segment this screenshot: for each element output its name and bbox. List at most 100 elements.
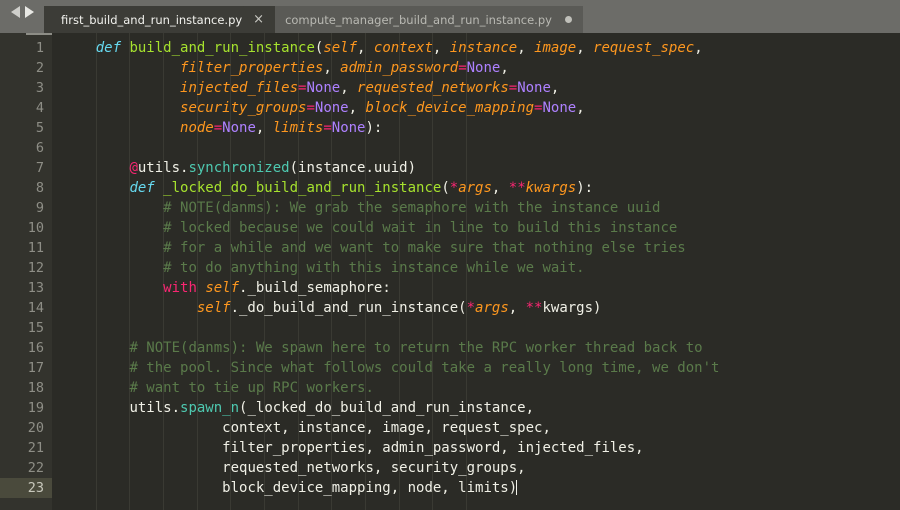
token-param: security_groups — [180, 100, 307, 116]
token-kw: def — [95, 40, 130, 56]
token-kw: def — [129, 180, 164, 196]
token-const: None — [331, 120, 366, 136]
line-number: 17 — [27, 360, 44, 376]
token-comment: # NOTE(danms): We spawn here to return t… — [129, 340, 703, 356]
token-param: self — [323, 40, 358, 56]
token-fn: _locked_do_build_and_run_instance — [163, 180, 442, 196]
code-content[interactable]: def build_and_run_instance (self, context… — [52, 33, 900, 510]
line-number: 22 — [27, 460, 44, 476]
editor-tab-1[interactable]: compute_manager_build_and_run_instance.p… — [268, 6, 583, 33]
token-param: image — [534, 40, 577, 56]
code-editor[interactable]: 1 2 3 4 5 6 7 8 9 10 11 12 13 14 15 16 17 18 19 20 21 22 23 de… — [0, 33, 900, 510]
code-line[interactable]: security_groups=None, block_device_mappi… — [52, 98, 900, 118]
code-line[interactable] — [52, 138, 900, 158]
code-line[interactable]: def _locked_do_build_and_run_instance(*a… — [52, 178, 900, 198]
token-param: request_spec — [593, 40, 695, 56]
code-line[interactable]: # NOTE(danms): We spawn here to return t… — [52, 338, 900, 358]
token-plain: , — [517, 40, 535, 56]
code-line[interactable]: context, instance, image, request_spec, — [52, 418, 900, 438]
line-number: 7 — [35, 160, 44, 176]
token-ctrl: = — [508, 80, 518, 96]
token-ctrl: = — [323, 120, 332, 136]
line-number: 9 — [35, 200, 44, 216]
token-ctrl: with — [163, 280, 206, 296]
token-plain: filter_properties, admin_password, injec… — [222, 440, 644, 456]
token-param: instance — [449, 40, 518, 56]
token-ctrl: ** — [525, 300, 543, 316]
code-line[interactable]: @utils.synchronized(instance.uuid) — [52, 158, 900, 178]
tab-modified-indicator-icon[interactable] — [564, 16, 572, 23]
token-comment: # NOTE(danms): We grab the semaphore wit… — [163, 200, 661, 216]
code-line[interactable]: node=None, limits=None): — [52, 118, 900, 138]
code-line[interactable]: # to do anything with this instance whil… — [52, 258, 900, 278]
token-plain: , — [694, 40, 703, 56]
line-number: 13 — [27, 280, 44, 296]
token-plain: , — [576, 40, 594, 56]
token-plain: kwargs) — [542, 300, 602, 316]
code-line[interactable]: filter_properties, admin_password=None, — [52, 58, 900, 78]
token-plain: ): — [576, 180, 594, 196]
arrow-right-icon[interactable] — [25, 6, 34, 18]
code-line[interactable] — [52, 318, 900, 338]
token-ctrl: * — [466, 300, 476, 316]
token-param: kwargs — [525, 180, 577, 196]
editor-tab-0[interactable]: first_build_and_run_instance.py × — [44, 6, 276, 33]
token-plain: , — [323, 60, 341, 76]
code-line[interactable]: injected_files=None, requested_networks=… — [52, 78, 900, 98]
code-line[interactable]: block_device_mapping, node, limits) — [52, 478, 900, 498]
code-line[interactable]: # want to tie up RPC workers. — [52, 378, 900, 398]
token-const: None — [306, 80, 341, 96]
token-plain: , — [348, 100, 366, 116]
code-line[interactable]: # for a while and we want to make sure t… — [52, 238, 900, 258]
code-line[interactable]: self._do_build_and_run_instance(*args, *… — [52, 298, 900, 318]
code-line[interactable]: def build_and_run_instance(self, context… — [52, 38, 900, 58]
token-plain: , — [576, 100, 585, 116]
token-ctrl: ** — [508, 180, 526, 196]
line-number: 12 — [27, 260, 44, 276]
token-plain: (instance.uuid) — [289, 160, 417, 176]
code-line[interactable]: filter_properties, admin_password, injec… — [52, 438, 900, 458]
line-number: 23 — [0, 478, 52, 498]
tab-label: first_build_and_run_instance.py — [61, 12, 243, 27]
arrow-left-icon[interactable] — [11, 6, 20, 18]
line-number: 3 — [35, 80, 44, 96]
token-plain: ( — [441, 180, 450, 196]
line-number: 4 — [35, 100, 44, 116]
code-line[interactable]: # the pool. Since what follows could tak… — [52, 358, 900, 378]
token-param: requested_networks — [357, 80, 509, 96]
token-ctrl: * — [449, 180, 459, 196]
token-plain: requested_networks, security_groups, — [222, 460, 526, 476]
gutter-top-rule — [26, 33, 52, 35]
code-line[interactable]: with self._build_semaphore: — [52, 278, 900, 298]
token-comment: # for a while and we want to make sure t… — [163, 240, 686, 256]
text-cursor — [516, 480, 518, 495]
code-line[interactable]: requested_networks, security_groups, — [52, 458, 900, 478]
token-param: args — [458, 180, 492, 196]
token-call: synchronized — [188, 160, 290, 176]
token-param: args — [475, 300, 509, 316]
token-plain: , — [500, 60, 509, 76]
tab-close-icon[interactable]: × — [253, 13, 264, 26]
token-ctrl: @ — [129, 160, 138, 176]
code-line[interactable]: # locked because we could wait in line t… — [52, 218, 900, 238]
token-const: None — [542, 100, 577, 116]
token-plain: , — [491, 180, 509, 196]
code-line[interactable]: utils.spawn_n(_locked_do_build_and_run_i… — [52, 398, 900, 418]
token-plain: (_locked_do_build_and_run_instance, — [239, 400, 535, 416]
line-number: 16 — [27, 340, 44, 356]
token-comment: # want to tie up RPC workers. — [129, 380, 374, 396]
token-const: None — [314, 100, 349, 116]
editor-tabs: first_build_and_run_instance.py × compute_… — [44, 0, 583, 33]
line-number: 1 — [35, 40, 44, 56]
code-line[interactable]: # NOTE(danms): We grab the semaphore wit… — [52, 198, 900, 218]
token-plain: , — [432, 40, 450, 56]
